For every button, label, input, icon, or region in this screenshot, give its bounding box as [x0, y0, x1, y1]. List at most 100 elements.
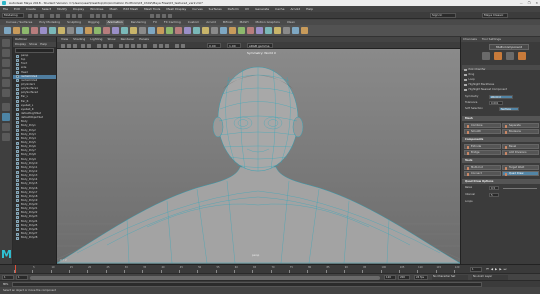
shelf-tool-icon[interactable]: [184, 27, 191, 34]
shelf-tool-icon[interactable]: [238, 27, 245, 34]
single-view-icon[interactable]: [2, 103, 10, 111]
shelf-tool-icon[interactable]: [13, 27, 20, 34]
shelf-tool-icon[interactable]: [139, 27, 146, 34]
shelf-tool-icon[interactable]: [103, 27, 110, 34]
shelf-tool-icon[interactable]: [229, 27, 236, 34]
snap-point-icon[interactable]: [102, 13, 106, 18]
wireframe-on-shaded-icon[interactable]: [131, 43, 135, 48]
option-checkbox[interactable]: Pick Chamfer: [464, 68, 486, 72]
target-weld-button[interactable]: Target Weld: [502, 165, 539, 170]
scale-tool-icon[interactable]: [2, 89, 10, 97]
save-scene-icon[interactable]: [40, 13, 44, 18]
smooth-shade-icon[interactable]: [125, 43, 129, 48]
lights-icon[interactable]: [143, 43, 147, 48]
object-mode-icon[interactable]: [482, 52, 490, 60]
open-scene-icon[interactable]: [34, 13, 38, 18]
shelf-tool-icon[interactable]: [301, 27, 308, 34]
shelf-tool-icon[interactable]: [40, 27, 47, 34]
shelf-tool-icon[interactable]: [49, 27, 56, 34]
image-plane-icon[interactable]: [81, 43, 85, 48]
face-mode-icon[interactable]: [518, 52, 526, 60]
camera-select-icon[interactable]: [61, 43, 65, 48]
shelf-tool-icon[interactable]: [121, 27, 128, 34]
mesh-section-header[interactable]: Mesh: [462, 116, 540, 121]
interval-field[interactable]: 5: [489, 193, 499, 197]
outliner-item[interactable]: Body_Poly28: [13, 236, 56, 240]
shelf-tool-icon[interactable]: [31, 27, 38, 34]
bookmark-icon[interactable]: [73, 43, 77, 48]
checkbox-box[interactable]: [464, 78, 467, 82]
bridge-button[interactable]: Bridge: [464, 150, 501, 155]
shelf-tool-icon[interactable]: [22, 27, 29, 34]
shelf-tool-icon[interactable]: [58, 27, 65, 34]
shelf-tool-icon[interactable]: [130, 27, 137, 34]
select-object-icon[interactable]: [72, 13, 76, 18]
time-slider[interactable]: 1510152025303540455055606570758085909510…: [0, 264, 540, 274]
new-scene-icon[interactable]: [28, 13, 32, 18]
shelf-tool-icon[interactable]: [211, 27, 218, 34]
components-section-header[interactable]: Components: [462, 137, 540, 142]
symmetry-dropdown[interactable]: World X: [489, 95, 513, 99]
exposure-field[interactable]: 0.00: [207, 43, 221, 48]
outliner-menu-display[interactable]: Display: [15, 42, 26, 47]
step-back-icon[interactable]: ◀: [491, 267, 493, 271]
shelf-tool-icon[interactable]: [274, 27, 281, 34]
play-icon[interactable]: ▶: [495, 267, 497, 271]
vertex-mode-icon[interactable]: [494, 52, 502, 60]
textured-icon[interactable]: [137, 43, 141, 48]
add-divisions-button[interactable]: Add Divisions: [502, 150, 539, 155]
multi-cut-button[interactable]: Multi-Cut: [464, 165, 501, 170]
lasso-tool-icon[interactable]: [2, 49, 10, 57]
booleans-button[interactable]: Booleans: [502, 129, 539, 134]
tools-section-header[interactable]: Tools: [462, 158, 540, 163]
render-settings-icon[interactable]: [162, 13, 166, 18]
film-gate-icon[interactable]: [103, 43, 107, 48]
smooth-button[interactable]: Smooth: [464, 129, 501, 134]
outliner-menu-show[interactable]: Show: [29, 42, 37, 47]
shelf-tool-icon[interactable]: [292, 27, 299, 34]
checkbox-box[interactable]: [464, 83, 467, 87]
2d-pan-icon[interactable]: [87, 43, 91, 48]
bevel-button[interactable]: Bevel: [502, 144, 539, 149]
camera-attributes-icon[interactable]: [67, 43, 71, 48]
shelf-tool-icon[interactable]: [265, 27, 272, 34]
shelf-tool-icon[interactable]: [67, 27, 74, 34]
option-checkbox[interactable]: Loop: [464, 78, 475, 82]
color-space-dropdown[interactable]: sRGB gamma: [247, 43, 273, 48]
relax-slider[interactable]: [503, 187, 537, 189]
combine-button[interactable]: Combine: [464, 123, 501, 128]
range-slider[interactable]: [30, 275, 380, 280]
shelf-tool-icon[interactable]: [148, 27, 155, 34]
shelf-tool-icon[interactable]: [175, 27, 182, 34]
shelf-tool-icon[interactable]: [4, 27, 11, 34]
undo-icon[interactable]: [50, 13, 54, 18]
checkbox-box[interactable]: [464, 88, 467, 92]
current-frame-field[interactable]: 1: [470, 267, 482, 272]
tab-channels[interactable]: Channels: [463, 37, 477, 42]
option-checkbox[interactable]: Ring: [464, 73, 474, 77]
go-to-start-icon[interactable]: ⏮: [486, 267, 489, 271]
shelf-tool-icon[interactable]: [283, 27, 290, 34]
resolution-gate-icon[interactable]: [109, 43, 113, 48]
separate-button[interactable]: Separate: [502, 123, 539, 128]
quad-draw-options-header[interactable]: Quad Draw Options: [462, 179, 540, 184]
ambient-occlusion-icon[interactable]: [159, 43, 163, 48]
option-checkbox[interactable]: Highlight Nearest Component: [464, 88, 507, 92]
select-component-icon[interactable]: [78, 13, 82, 18]
gamma-field[interactable]: 1.00: [227, 43, 241, 48]
checkbox-box[interactable]: [464, 68, 467, 72]
tab-tool-settings[interactable]: Tool Settings: [482, 37, 501, 42]
four-view-icon[interactable]: [2, 113, 10, 121]
shelf-tool-icon[interactable]: [85, 27, 92, 34]
shelf-tool-icon[interactable]: [193, 27, 200, 34]
outliner-layout-icon[interactable]: [2, 123, 10, 131]
extrude-button[interactable]: Extrude: [464, 144, 501, 149]
snap-surface-icon[interactable]: [108, 13, 112, 18]
render-icon[interactable]: [150, 13, 154, 18]
shelf-tool-icon[interactable]: [76, 27, 83, 34]
shelf-tool-icon[interactable]: [166, 27, 173, 34]
shelf-tool-icon[interactable]: [220, 27, 227, 34]
multi-component-button[interactable]: Multi-Component: [489, 44, 529, 50]
antialiasing-icon[interactable]: [165, 43, 169, 48]
perspective-viewport[interactable]: Symmetry: World X persp X Y Z: [57, 49, 460, 264]
